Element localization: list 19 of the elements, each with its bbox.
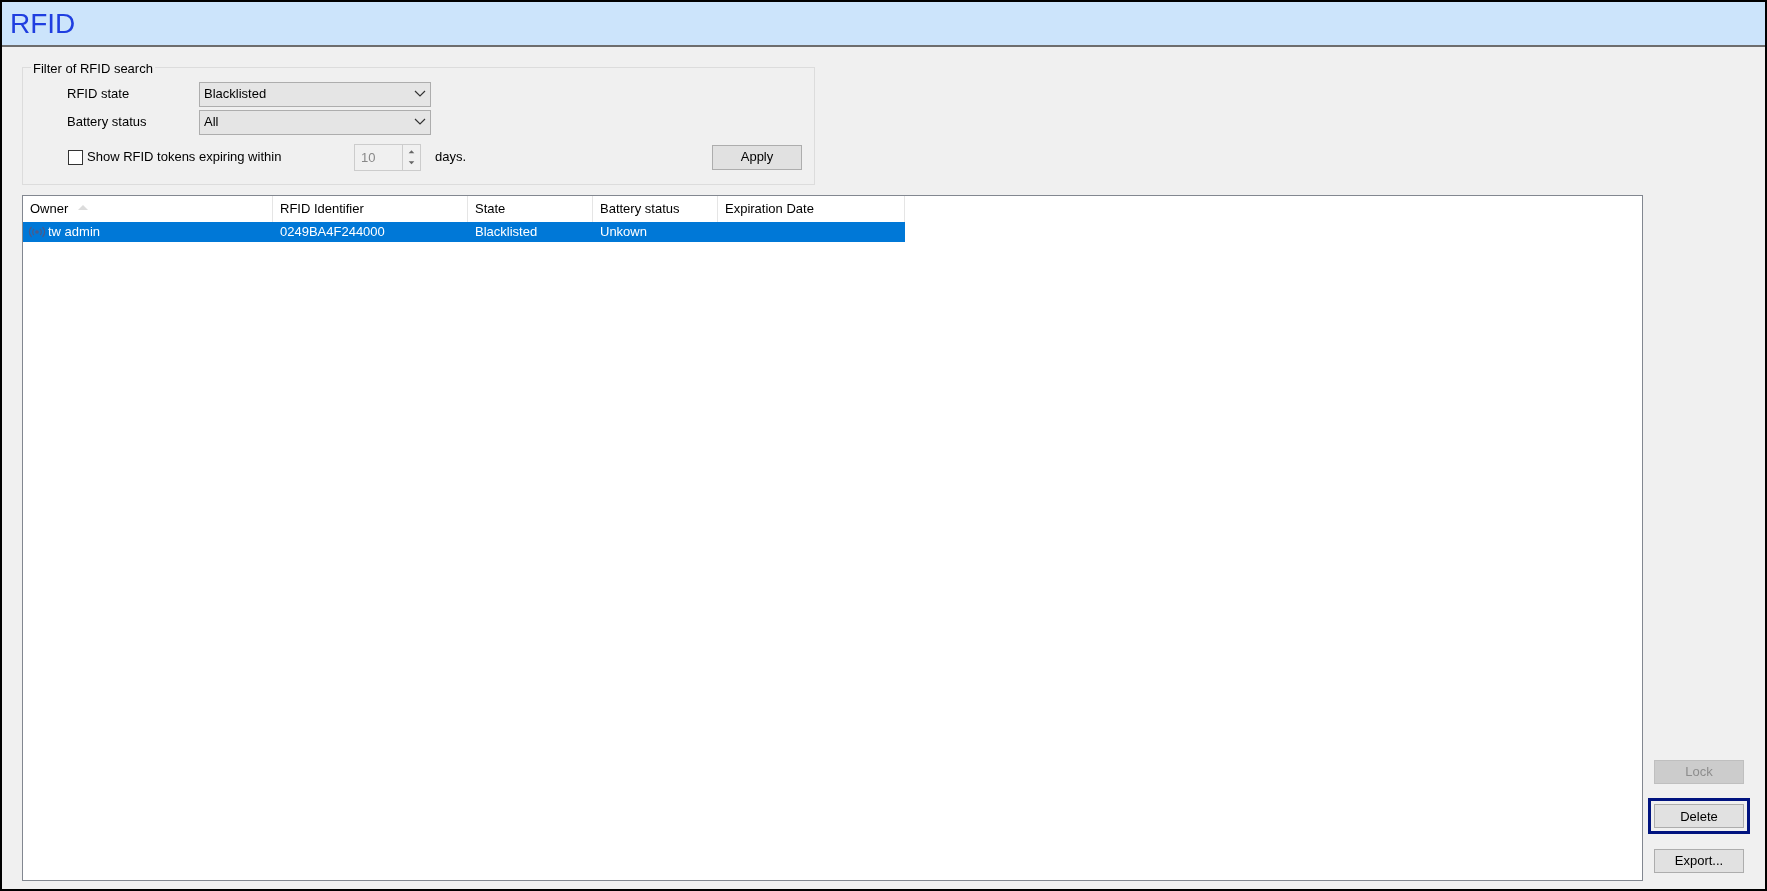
table-row[interactable]: tw admin 0249BA4F244000 Blacklisted Unkown [23, 222, 905, 242]
table-cell-text: tw admin [48, 223, 101, 242]
dropdown[interactable]: All [199, 109, 431, 135]
apply-button[interactable]: Apply [712, 144, 802, 170]
chevron-down-icon [414, 118, 426, 126]
table-cell-text: Unkown [600, 223, 647, 242]
field-label: RFID state [66, 85, 131, 104]
chevron-down-icon [414, 90, 426, 98]
dropdown[interactable]: Blacklisted [199, 81, 431, 107]
days-label: days. [435, 148, 467, 167]
window-title: RFID [10, 6, 76, 41]
checkbox-label: Show RFID tokens expiring within [87, 148, 283, 167]
antenna-icon [28, 225, 46, 239]
action-button[interactable]: Delete [1654, 804, 1744, 829]
table-cell-text: Blacklisted [475, 223, 538, 242]
action-button[interactable]: Export... [1654, 849, 1744, 873]
field-label: Battery status [66, 113, 148, 132]
table-cell-text: 0249BA4F244000 [280, 223, 385, 242]
sort-arrow-icon [78, 204, 88, 210]
